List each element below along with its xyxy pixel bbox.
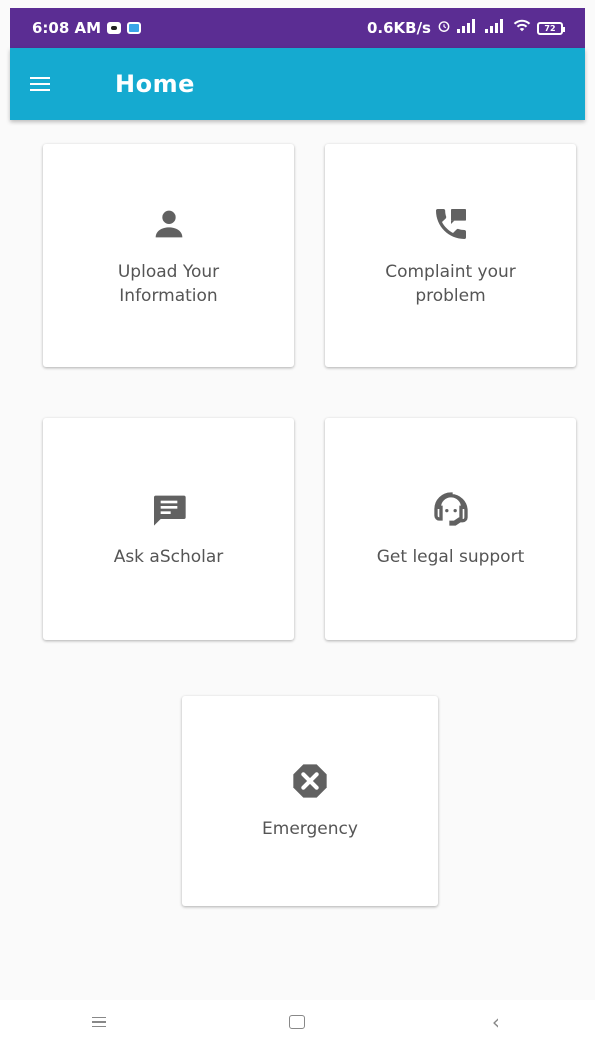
chat-icon — [149, 489, 189, 529]
app-bar: Home — [10, 48, 585, 120]
card-label: Ask aScholar — [113, 547, 224, 567]
battery-icon: 72 — [537, 21, 565, 35]
signal-icon-2 — [485, 19, 507, 37]
app-notification-icon — [127, 22, 142, 34]
cancel-icon — [290, 761, 330, 801]
emergency-card[interactable]: Emergency — [182, 696, 438, 906]
system-nav-bar: ‹ — [0, 1000, 595, 1044]
page-title: Home — [115, 70, 195, 98]
alarm-icon — [437, 19, 451, 37]
person-icon — [149, 204, 189, 244]
phone-forward-icon — [431, 204, 471, 244]
card-label: Get legal support — [376, 547, 525, 567]
card-label: Upload Your Information — [117, 261, 220, 306]
signal-icon — [457, 19, 479, 37]
card-label: Emergency — [262, 819, 358, 839]
status-time: 6:08 AM — [32, 19, 102, 37]
network-speed: 0.6KB/s — [366, 19, 431, 37]
upload-information-card[interactable]: Upload Your Information — [43, 144, 294, 367]
recent-apps-icon[interactable] — [79, 1007, 119, 1037]
ask-scholar-card[interactable]: Ask aScholar — [43, 418, 294, 640]
notification-icon — [107, 22, 122, 34]
wifi-icon — [513, 19, 531, 37]
complaint-problem-card[interactable]: Complaint your problem — [325, 144, 576, 367]
back-icon[interactable]: ‹ — [476, 1007, 516, 1037]
legal-support-card[interactable]: Get legal support — [325, 418, 576, 640]
card-label: Complaint your problem — [385, 261, 516, 306]
hamburger-menu-icon[interactable] — [30, 64, 70, 104]
home-icon[interactable] — [277, 1007, 317, 1037]
status-bar: 6:08 AM 0.6KB/s 72 — [10, 8, 585, 48]
headset-icon — [431, 489, 471, 529]
